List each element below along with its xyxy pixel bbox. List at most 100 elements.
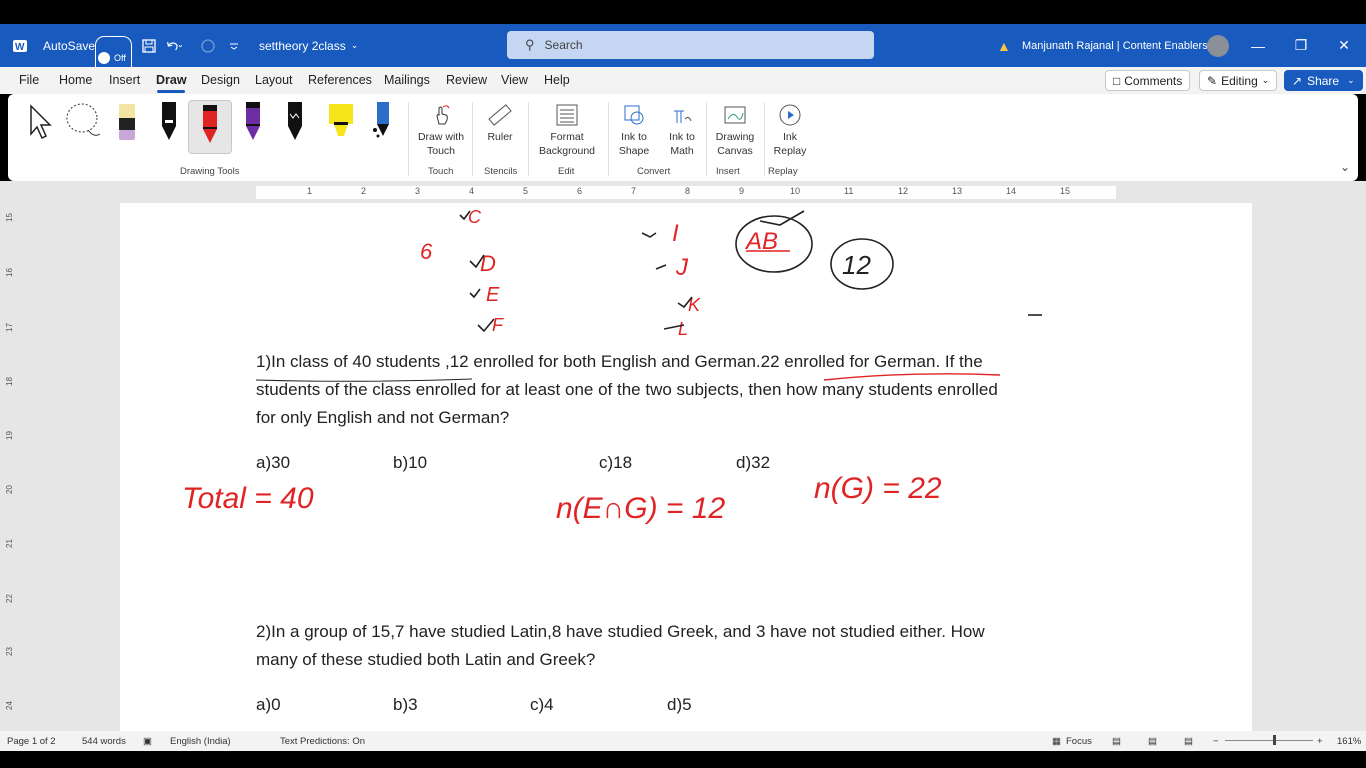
pen-galaxy-icon[interactable] [280, 100, 310, 148]
tab-view[interactable]: View [501, 73, 528, 87]
web-layout-icon[interactable]: ▤ [1184, 736, 1193, 747]
ink-dash [655, 264, 667, 270]
document-area: 1 2 3 4 5 6 7 8 9 10 11 12 13 14 15 15 1… [0, 181, 1366, 731]
ruler-tick-label: 14 [1006, 186, 1017, 196]
ink-letter-k: K [688, 295, 701, 315]
editing-mode-button[interactable]: ✎ Editing ⌄ [1199, 70, 1278, 91]
minimize-icon[interactable]: — [1243, 24, 1273, 67]
q2-option-c: c)4 [530, 695, 554, 714]
menu-bar: File Home Insert Draw Design Layout Refe… [0, 67, 1366, 94]
tab-layout[interactable]: Layout [255, 73, 293, 87]
drawing-canvas-button[interactable]: Drawing Canvas [710, 102, 760, 158]
ink-ab: AB [744, 228, 778, 255]
tab-help[interactable]: Help [544, 73, 570, 87]
word-count[interactable]: 544 words [82, 736, 126, 747]
document-page[interactable]: 6 C D E F I J K L AB Total = 40 n(E∩G) =… [120, 203, 1252, 731]
ruler-button[interactable]: Ruler [482, 102, 518, 144]
ink-n-intersection: n(E∩G) = 12 [556, 492, 725, 525]
focus-icon[interactable]: ▦ [1052, 736, 1061, 747]
q2-option-a: a)0 [256, 695, 281, 714]
ruler-tick-label: 15 [1060, 186, 1071, 196]
draw-with-touch-button[interactable]: Draw with Touch [414, 102, 468, 158]
undo-icon[interactable] [166, 24, 182, 67]
pen-red-icon[interactable] [188, 100, 232, 154]
ribbon-divider [472, 102, 473, 176]
ink-letter-j: J [675, 254, 689, 281]
language-indicator[interactable]: English (India) [170, 736, 231, 747]
tab-draw[interactable]: Draw [156, 73, 187, 87]
comments-button[interactable]: □ Comments [1105, 70, 1191, 91]
ink-dash [663, 324, 685, 330]
ruler-tick-label: 1 [307, 186, 313, 196]
ink-to-math-label: Ink to Math [669, 131, 695, 157]
tab-review[interactable]: Review [446, 73, 487, 87]
active-tab-indicator [157, 90, 185, 93]
read-mode-icon[interactable]: ▤ [1112, 736, 1121, 747]
proofing-icon[interactable]: ▣ [143, 736, 152, 747]
tab-file[interactable]: File [19, 73, 39, 87]
ink-circle-12 [830, 238, 894, 290]
word-logo-icon: W [12, 24, 32, 67]
action-pen-icon[interactable] [368, 100, 398, 148]
ink-replay-label: Ink Replay [773, 131, 807, 157]
tab-mailings[interactable]: Mailings [384, 73, 430, 87]
format-background-button[interactable]: Format Background [532, 102, 602, 158]
user-name[interactable]: Manjunath Rajanal | Content Enablers [1022, 24, 1208, 67]
zoom-out-icon[interactable]: − [1213, 736, 1219, 747]
select-tool-icon[interactable] [22, 100, 56, 148]
restore-icon[interactable]: ❐ [1286, 24, 1316, 67]
zoom-in-icon[interactable]: + [1317, 736, 1323, 747]
q1-option-c: c)18 [599, 453, 633, 472]
ruler-tick-label: 8 [685, 186, 691, 196]
ruler-tick-label: 18 [4, 377, 14, 386]
group-label-stencils: Stencils [484, 166, 518, 177]
focus-label[interactable]: Focus [1066, 736, 1092, 747]
lasso-select-icon[interactable] [62, 100, 106, 148]
avatar[interactable] [1207, 35, 1229, 57]
highlighter-yellow-icon[interactable] [324, 100, 358, 148]
document-title[interactable]: settheory 2class ⌄ [259, 24, 358, 67]
eraser-tool-icon[interactable] [112, 100, 142, 148]
toggle-knob [98, 51, 110, 64]
text-predictions-status[interactable]: Text Predictions: On [280, 736, 365, 747]
vertical-ruler[interactable]: 15 16 17 18 19 20 21 22 23 24 [0, 203, 20, 731]
tab-home[interactable]: Home [59, 73, 92, 87]
ink-to-shape-button[interactable]: Ink to Shape [614, 102, 654, 158]
ink-arrow [759, 210, 805, 226]
zoom-slider[interactable] [1225, 740, 1313, 741]
ink-to-math-button[interactable]: Ink to Math [660, 102, 704, 158]
horizontal-ruler[interactable]: 1 2 3 4 5 6 7 8 9 10 11 12 13 14 15 [0, 181, 1366, 203]
customize-toolbar-icon[interactable] [230, 24, 240, 67]
autosave-state: Off [114, 52, 126, 63]
zoom-slider-thumb[interactable] [1273, 735, 1276, 745]
touch-hand-icon [428, 102, 454, 128]
pen-purple-icon[interactable] [238, 100, 268, 148]
editing-label: Editing [1221, 73, 1258, 88]
tab-design[interactable]: Design [201, 73, 240, 87]
tab-references[interactable]: References [308, 73, 372, 87]
ruler-tick-label: 9 [739, 186, 745, 196]
save-icon[interactable] [142, 24, 158, 67]
tab-insert[interactable]: Insert [109, 73, 140, 87]
redo-icon[interactable] [200, 24, 220, 67]
q1-option-a: a)30 [256, 453, 291, 472]
close-icon[interactable]: ✕ [1329, 24, 1359, 67]
share-icon: ↗ [1292, 73, 1303, 88]
ruler-tick-label: 22 [4, 594, 14, 603]
ruler-tick-label: 24 [4, 701, 14, 710]
ruler-icon [487, 102, 513, 128]
ruler-tick-label: 17 [4, 323, 14, 332]
zoom-level[interactable]: 161% [1337, 736, 1361, 747]
pen-black-icon[interactable] [154, 100, 184, 148]
search-input[interactable]: ⚲ Search [507, 31, 874, 59]
ribbon-divider [706, 102, 707, 176]
ribbon-divider [528, 102, 529, 176]
ink-check [641, 232, 657, 238]
warning-icon[interactable]: ▲ [997, 24, 1015, 67]
collapse-ribbon-icon[interactable]: ⌄ [1340, 160, 1350, 174]
ink-replay-button[interactable]: Ink Replay [770, 102, 810, 158]
pencil-icon: ✎ [1207, 73, 1218, 88]
page-count[interactable]: Page 1 of 2 [7, 736, 56, 747]
share-button[interactable]: ↗ Share ⌄ [1284, 70, 1363, 91]
print-layout-icon[interactable]: ▤ [1148, 736, 1157, 747]
